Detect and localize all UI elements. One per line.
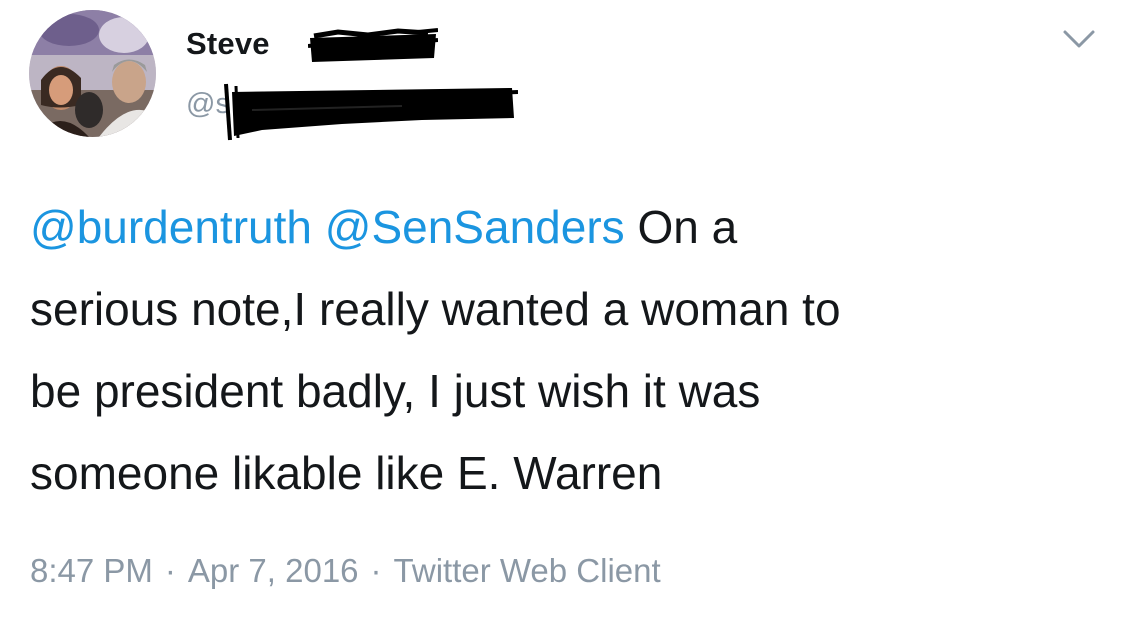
mention-link[interactable]: @SenSanders xyxy=(325,201,625,253)
chevron-down-icon[interactable] xyxy=(1062,28,1096,50)
tweet-line: @burdentruth @SenSanders On a xyxy=(30,186,1105,268)
profile-photo-icon xyxy=(29,10,156,137)
tweet-card: Steve @s @burdentruth @SenSanders On a s… xyxy=(0,0,1125,625)
handle-redaction xyxy=(222,80,518,142)
tweet-line: be president badly, I just wish it was xyxy=(30,365,761,417)
tweet-line: someone likable like E. Warren xyxy=(30,447,663,499)
mention-link[interactable]: @burdentruth xyxy=(30,201,312,253)
separator-dot: · xyxy=(164,552,176,589)
tweet-text: @burdentruth @SenSanders On a serious no… xyxy=(30,186,1105,514)
avatar[interactable] xyxy=(29,10,156,137)
tweet-text-fragment: On a xyxy=(637,201,738,253)
name-redaction xyxy=(308,24,438,68)
tweet-client-link[interactable]: Twitter Web Client xyxy=(394,552,661,589)
tweet-time[interactable]: 8:47 PM xyxy=(30,552,153,589)
tweet-date[interactable]: Apr 7, 2016 xyxy=(188,552,359,589)
tweet-metadata: 8:47 PM · Apr 7, 2016 · Twitter Web Client xyxy=(30,552,661,590)
separator-dot: · xyxy=(370,552,382,589)
tweet-line: serious note,I really wanted a woman to xyxy=(30,283,841,335)
display-name[interactable]: Steve xyxy=(186,26,270,62)
